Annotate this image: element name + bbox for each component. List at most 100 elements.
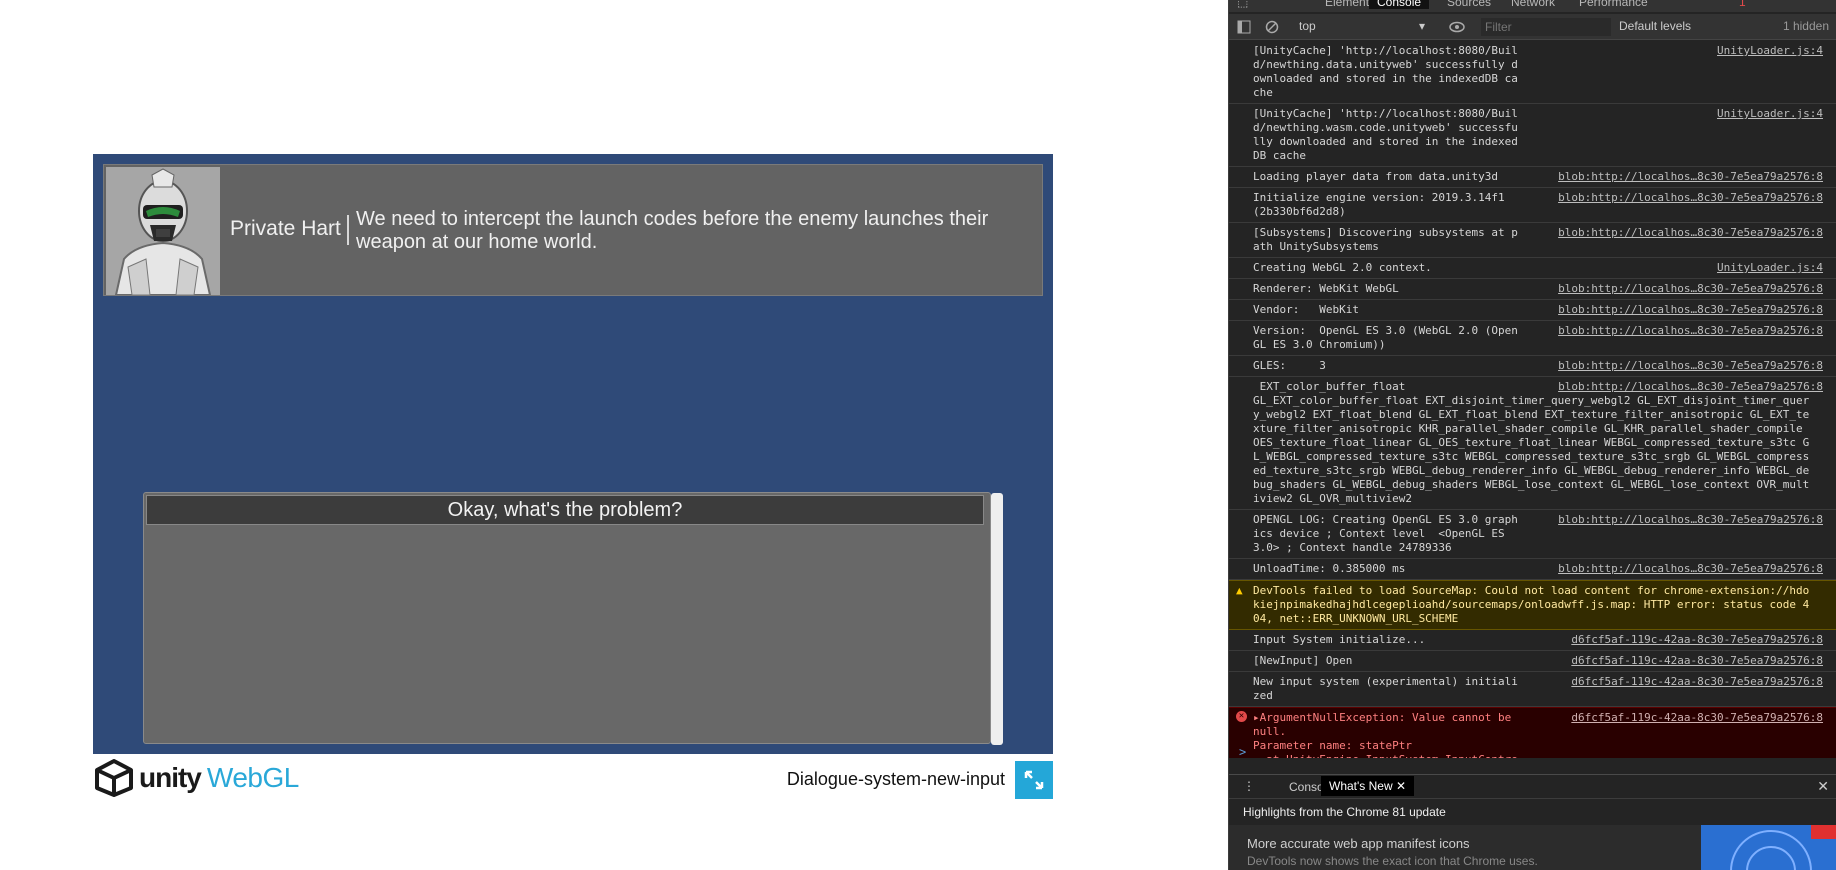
message-source-link[interactable]: UnityLoader.js:4: [1717, 261, 1823, 275]
drawer-tabs: ⋮ Console What's New ✕ ✕: [1229, 775, 1836, 799]
message-source-link[interactable]: blob:http://localhos…8c30-7e5ea79a2576:8: [1558, 170, 1823, 184]
message-text: ▸ArgumentNullException: Value cannot be …: [1253, 711, 1518, 758]
message-text: Renderer: WebKit WebGL: [1253, 282, 1399, 295]
unity-footer: unity WebGL Dialogue-system-new-input: [93, 756, 1053, 800]
message-source-link[interactable]: blob:http://localhos…8c30-7e5ea79a2576:8: [1558, 359, 1823, 373]
console-error-message[interactable]: ✕ ▸ArgumentNullException: Value cannot be…: [1229, 707, 1836, 758]
speaker-portrait: [106, 167, 220, 295]
message-source-link[interactable]: UnityLoader.js:4: [1717, 44, 1823, 58]
drawer-tab-whats-new[interactable]: What's New ✕: [1321, 776, 1415, 796]
message-source-link[interactable]: blob:http://localhos…8c30-7e5ea79a2576:8: [1558, 282, 1823, 296]
console-filter-input[interactable]: [1481, 18, 1611, 36]
build-title: Dialogue-system-new-input: [786, 769, 1005, 789]
message-text: GLES: 3: [1253, 359, 1326, 372]
dialogue-text: We need to intercept the launch codes be…: [356, 208, 989, 253]
sidebar-toggle-icon[interactable]: [1237, 20, 1251, 34]
choices-panel: Okay, what's the problem?: [143, 492, 991, 744]
message-source-link[interactable]: blob:http://localhos…8c30-7e5ea79a2576:8: [1558, 226, 1823, 240]
message-source-link[interactable]: d6fcf5af-119c-42aa-8c30-7e5ea79a2576:8: [1571, 633, 1823, 647]
tab-console[interactable]: Console: [1369, 0, 1430, 9]
dialogue-box: Private Hart We need to intercept the la…: [103, 164, 1043, 296]
logo-unity-text: unity: [139, 762, 202, 793]
drawer-menu-icon[interactable]: ⋮: [1243, 779, 1255, 793]
screen: Private Hart We need to intercept the la…: [0, 0, 1836, 870]
message-text: [UnityCache] 'http://localhost:8080/Buil…: [1253, 44, 1518, 99]
console-log-message[interactable]: EXT_color_buffer_float GL_EXT_color_buff…: [1229, 377, 1836, 510]
logo-webgl-text: WebGL: [206, 762, 299, 793]
message-source-link[interactable]: UnityLoader.js:4: [1717, 107, 1823, 121]
whats-new-feature-card[interactable]: More accurate web app manifest icons Dev…: [1229, 825, 1836, 870]
console-log-message[interactable]: Input System initialize... d6fcf5af-119c-…: [1229, 630, 1836, 651]
tab-elements[interactable]: Elements: [1325, 0, 1375, 9]
message-source-link[interactable]: blob:http://localhos…8c30-7e5ea79a2576:8: [1558, 191, 1823, 205]
message-source-link[interactable]: d6fcf5af-119c-42aa-8c30-7e5ea79a2576:8: [1571, 654, 1823, 668]
message-source-link[interactable]: blob:http://localhos…8c30-7e5ea79a2576:8: [1558, 562, 1823, 576]
message-source-link[interactable]: d6fcf5af-119c-42aa-8c30-7e5ea79a2576:8: [1571, 675, 1823, 689]
unity-webgl-logo: unity WebGL: [93, 759, 299, 797]
console-log-message[interactable]: GLES: 3 blob:http://localhos…8c30-7e5ea79…: [1229, 356, 1836, 377]
inspect-icon[interactable]: ⬚: [1237, 0, 1248, 9]
console-log-message[interactable]: Version: OpenGL ES 3.0 (WebGL 2.0 (OpenG…: [1229, 321, 1836, 356]
console-messages: [UnityCache] 'http://localhost:8080/Buil…: [1229, 41, 1836, 758]
message-text: OPENGL LOG: Creating OpenGL ES 3.0 graph…: [1253, 513, 1518, 554]
message-text: Creating WebGL 2.0 context.: [1253, 261, 1432, 274]
message-text: Version: OpenGL ES 3.0 (WebGL 2.0 (OpenG…: [1253, 324, 1518, 351]
close-drawer-icon[interactable]: ✕: [1817, 778, 1829, 795]
message-text: Initialize engine version: 2019.3.14f1 (…: [1253, 191, 1512, 218]
console-log-message[interactable]: OPENGL LOG: Creating OpenGL ES 3.0 graph…: [1229, 510, 1836, 559]
message-source-link[interactable]: blob:http://localhos…8c30-7e5ea79a2576:8: [1558, 324, 1823, 338]
feature-title: More accurate web app manifest icons: [1247, 836, 1470, 851]
console-log-message[interactable]: [NewInput] Open d6fcf5af-119c-42aa-8c30-7…: [1229, 651, 1836, 672]
message-text: [UnityCache] 'http://localhost:8080/Buil…: [1253, 107, 1518, 162]
choice-button[interactable]: Okay, what's the problem?: [146, 495, 984, 525]
context-selector[interactable]: top: [1299, 19, 1429, 33]
error-icon: ✕: [1236, 711, 1247, 722]
speaker-name: Private Hart: [230, 217, 341, 240]
clear-console-icon[interactable]: [1265, 20, 1279, 34]
feature-description: DevTools now shows the exact icon that C…: [1247, 854, 1538, 868]
feature-thumbnail-graphic: [1701, 825, 1836, 870]
console-log-message[interactable]: New input system (experimental) initiali…: [1229, 672, 1836, 707]
drawer-tab-whats-new-label: What's New: [1329, 779, 1393, 793]
error-count-badge[interactable]: 1: [1739, 0, 1746, 9]
tab-sources[interactable]: Sources: [1447, 0, 1491, 9]
message-text: Input System initialize...: [1253, 633, 1426, 646]
console-warning-message[interactable]: ▲ DevTools failed to load SourceMap: Coul…: [1229, 580, 1836, 630]
webgl-page: Private Hart We need to intercept the la…: [0, 0, 1228, 870]
chevron-down-icon: ▾: [1419, 19, 1426, 33]
fullscreen-button[interactable]: [1015, 761, 1053, 799]
console-log-message[interactable]: UnloadTime: 0.385000 ms blob:http://local…: [1229, 559, 1836, 580]
hidden-messages-count: 1 hidden: [1782, 19, 1829, 33]
tab-performance[interactable]: Performance: [1579, 0, 1648, 9]
message-source-link[interactable]: blob:http://localhos…8c30-7e5ea79a2576:8: [1558, 513, 1823, 527]
devtools-drawer: ⋮ Console What's New ✕ ✕ Highlights from…: [1229, 774, 1836, 870]
fullscreen-icon: [1024, 770, 1044, 790]
message-source-link[interactable]: blob:http://localhos…8c30-7e5ea79a2576:8: [1558, 303, 1823, 317]
message-text: [NewInput] Open: [1253, 654, 1353, 667]
console-log-message[interactable]: Vendor: WebKit blob:http://localhos…8c30-…: [1229, 300, 1836, 321]
close-tab-icon[interactable]: ✕: [1396, 779, 1406, 793]
log-levels-dropdown[interactable]: Default levels: [1619, 19, 1691, 33]
choices-scrollbar[interactable]: [991, 493, 1003, 745]
unity-canvas[interactable]: Private Hart We need to intercept the la…: [93, 154, 1053, 754]
tab-network[interactable]: Network: [1511, 0, 1555, 9]
console-prompt[interactable]: >: [1239, 745, 1246, 759]
console-log-message[interactable]: Creating WebGL 2.0 context. UnityLoader.j…: [1229, 258, 1836, 279]
feature-thumbnail: [1701, 825, 1836, 870]
message-text: DevTools failed to load SourceMap: Could…: [1253, 584, 1810, 625]
message-text: UnloadTime: 0.385000 ms: [1253, 562, 1406, 575]
soldier-portrait-image: [106, 167, 220, 295]
message-source-link[interactable]: blob:http://localhos…8c30-7e5ea79a2576:8: [1558, 380, 1823, 394]
devtools-tabs: ⬚ Elements Console Sources Network Perfo…: [1229, 0, 1836, 12]
console-log-message[interactable]: Initialize engine version: 2019.3.14f1 (…: [1229, 188, 1836, 223]
console-log-message[interactable]: [UnityCache] 'http://localhost:8080/Buil…: [1229, 41, 1836, 104]
eye-icon[interactable]: [1449, 20, 1465, 34]
message-source-link[interactable]: d6fcf5af-119c-42aa-8c30-7e5ea79a2576:8: [1571, 711, 1823, 725]
console-log-message[interactable]: [Subsystems] Discovering subsystems at p…: [1229, 223, 1836, 258]
console-toolbar: top ▾ Default levels 1 hidden: [1229, 14, 1836, 40]
console-log-message[interactable]: Renderer: WebKit WebGL blob:http://localh…: [1229, 279, 1836, 300]
console-log-message[interactable]: [UnityCache] 'http://localhost:8080/Buil…: [1229, 104, 1836, 167]
console-log-message[interactable]: Loading player data from data.unity3d blo…: [1229, 167, 1836, 188]
message-text: Loading player data from data.unity3d: [1253, 170, 1499, 183]
warning-icon: ▲: [1236, 584, 1243, 597]
